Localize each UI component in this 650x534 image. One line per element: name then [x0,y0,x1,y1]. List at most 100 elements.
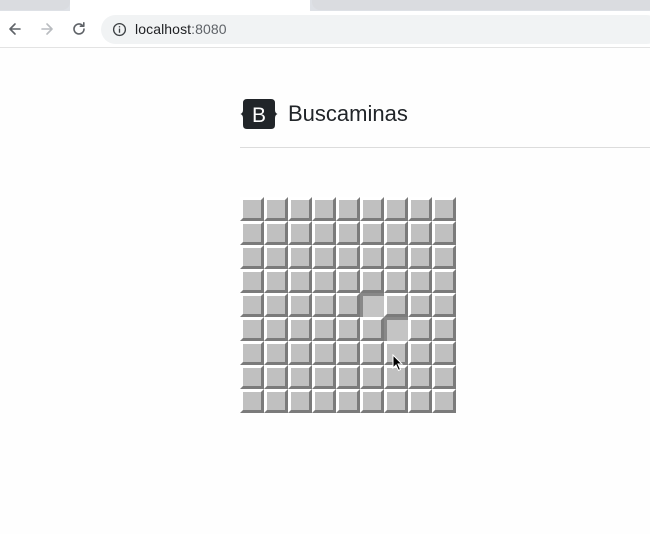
board-cell[interactable] [360,221,384,245]
board-cell[interactable] [312,317,336,341]
board-cell[interactable] [240,341,264,365]
board-cell[interactable] [264,317,288,341]
board-cell[interactable] [336,341,360,365]
board-cell[interactable] [264,389,288,413]
url-host: localhost [135,21,192,37]
board-cell[interactable] [336,197,360,221]
address-bar[interactable]: localhost:8080 [101,15,650,44]
board-cell[interactable] [432,341,456,365]
url-text: localhost:8080 [135,21,227,37]
board-cell[interactable] [360,365,384,389]
board-cell[interactable] [336,221,360,245]
board-cell[interactable] [384,389,408,413]
reload-button[interactable] [69,18,89,40]
board-cell[interactable] [240,269,264,293]
back-button[interactable] [5,18,25,40]
reload-icon [73,22,85,35]
board-cell[interactable] [240,317,264,341]
back-arrow-icon [9,23,21,35]
board-cell[interactable] [312,341,336,365]
revealed-cell[interactable] [360,293,384,317]
board-cell[interactable] [408,317,432,341]
board-cell[interactable] [432,245,456,269]
board-cell[interactable] [312,245,336,269]
board-cell[interactable] [384,221,408,245]
board-cell[interactable] [336,245,360,269]
mouse-cursor-icon [392,354,404,372]
board-cell[interactable] [408,245,432,269]
board-cell[interactable] [432,269,456,293]
board-cell[interactable] [432,317,456,341]
board-cell[interactable] [288,221,312,245]
board-cell[interactable] [312,269,336,293]
board-cell[interactable] [384,245,408,269]
board-cell[interactable] [240,245,264,269]
board-cell[interactable] [312,197,336,221]
info-icon[interactable] [112,22,127,37]
board-cell[interactable] [360,245,384,269]
board-cell[interactable] [336,293,360,317]
revealed-cell[interactable] [384,317,408,341]
board-cell[interactable] [408,221,432,245]
board-cell[interactable] [384,197,408,221]
board-cell[interactable] [240,389,264,413]
board-cell[interactable] [288,197,312,221]
board-cell[interactable] [408,365,432,389]
board-cell[interactable] [240,365,264,389]
board-cell[interactable] [336,317,360,341]
bootstrap-logo-icon: B [240,99,278,129]
minesweeper-board [240,197,456,413]
board-cell[interactable] [360,269,384,293]
board-cell[interactable] [288,269,312,293]
board-cell[interactable] [336,389,360,413]
board-cell[interactable] [408,269,432,293]
board-cell[interactable] [264,341,288,365]
board-cell[interactable] [432,221,456,245]
brand-logo-letter: B [252,104,266,127]
board-cell[interactable] [432,365,456,389]
board-cell[interactable] [312,221,336,245]
board-cell[interactable] [288,293,312,317]
board-cell[interactable] [288,341,312,365]
board-cell[interactable] [312,293,336,317]
browser-tab-inactive[interactable] [312,0,650,10]
board-cell[interactable] [264,269,288,293]
forward-arrow-icon [41,23,53,35]
board-cell[interactable] [264,197,288,221]
board-cell[interactable] [360,197,384,221]
tab-strip [0,0,650,11]
board-cell[interactable] [240,221,264,245]
board-cell[interactable] [264,293,288,317]
board-cell[interactable] [360,317,384,341]
board-cell[interactable] [360,341,384,365]
board-cell[interactable] [432,197,456,221]
brand[interactable]: B Buscaminas [240,97,408,131]
board-cell[interactable] [408,341,432,365]
board-cell[interactable] [264,245,288,269]
board-cell[interactable] [264,365,288,389]
browser-toolbar: localhost:8080 [0,11,650,48]
browser-tab-active[interactable] [70,0,310,11]
board-cell[interactable] [312,365,336,389]
board-cell[interactable] [240,197,264,221]
board-cell[interactable] [240,293,264,317]
url-port: :8080 [191,21,227,37]
board-cell[interactable] [264,221,288,245]
board-cell[interactable] [288,365,312,389]
board-cell[interactable] [360,389,384,413]
board-cell[interactable] [336,269,360,293]
board-cell[interactable] [432,293,456,317]
board-cell[interactable] [408,293,432,317]
board-cell[interactable] [288,389,312,413]
forward-button[interactable] [37,18,57,40]
board-cell[interactable] [312,389,336,413]
board-cell[interactable] [432,389,456,413]
board-cell[interactable] [288,245,312,269]
board-cell[interactable] [336,365,360,389]
board-cell[interactable] [408,197,432,221]
browser-tab-inactive[interactable] [0,0,70,10]
board-cell[interactable] [408,389,432,413]
board-cell[interactable] [384,293,408,317]
board-cell[interactable] [288,317,312,341]
board-cell[interactable] [384,269,408,293]
